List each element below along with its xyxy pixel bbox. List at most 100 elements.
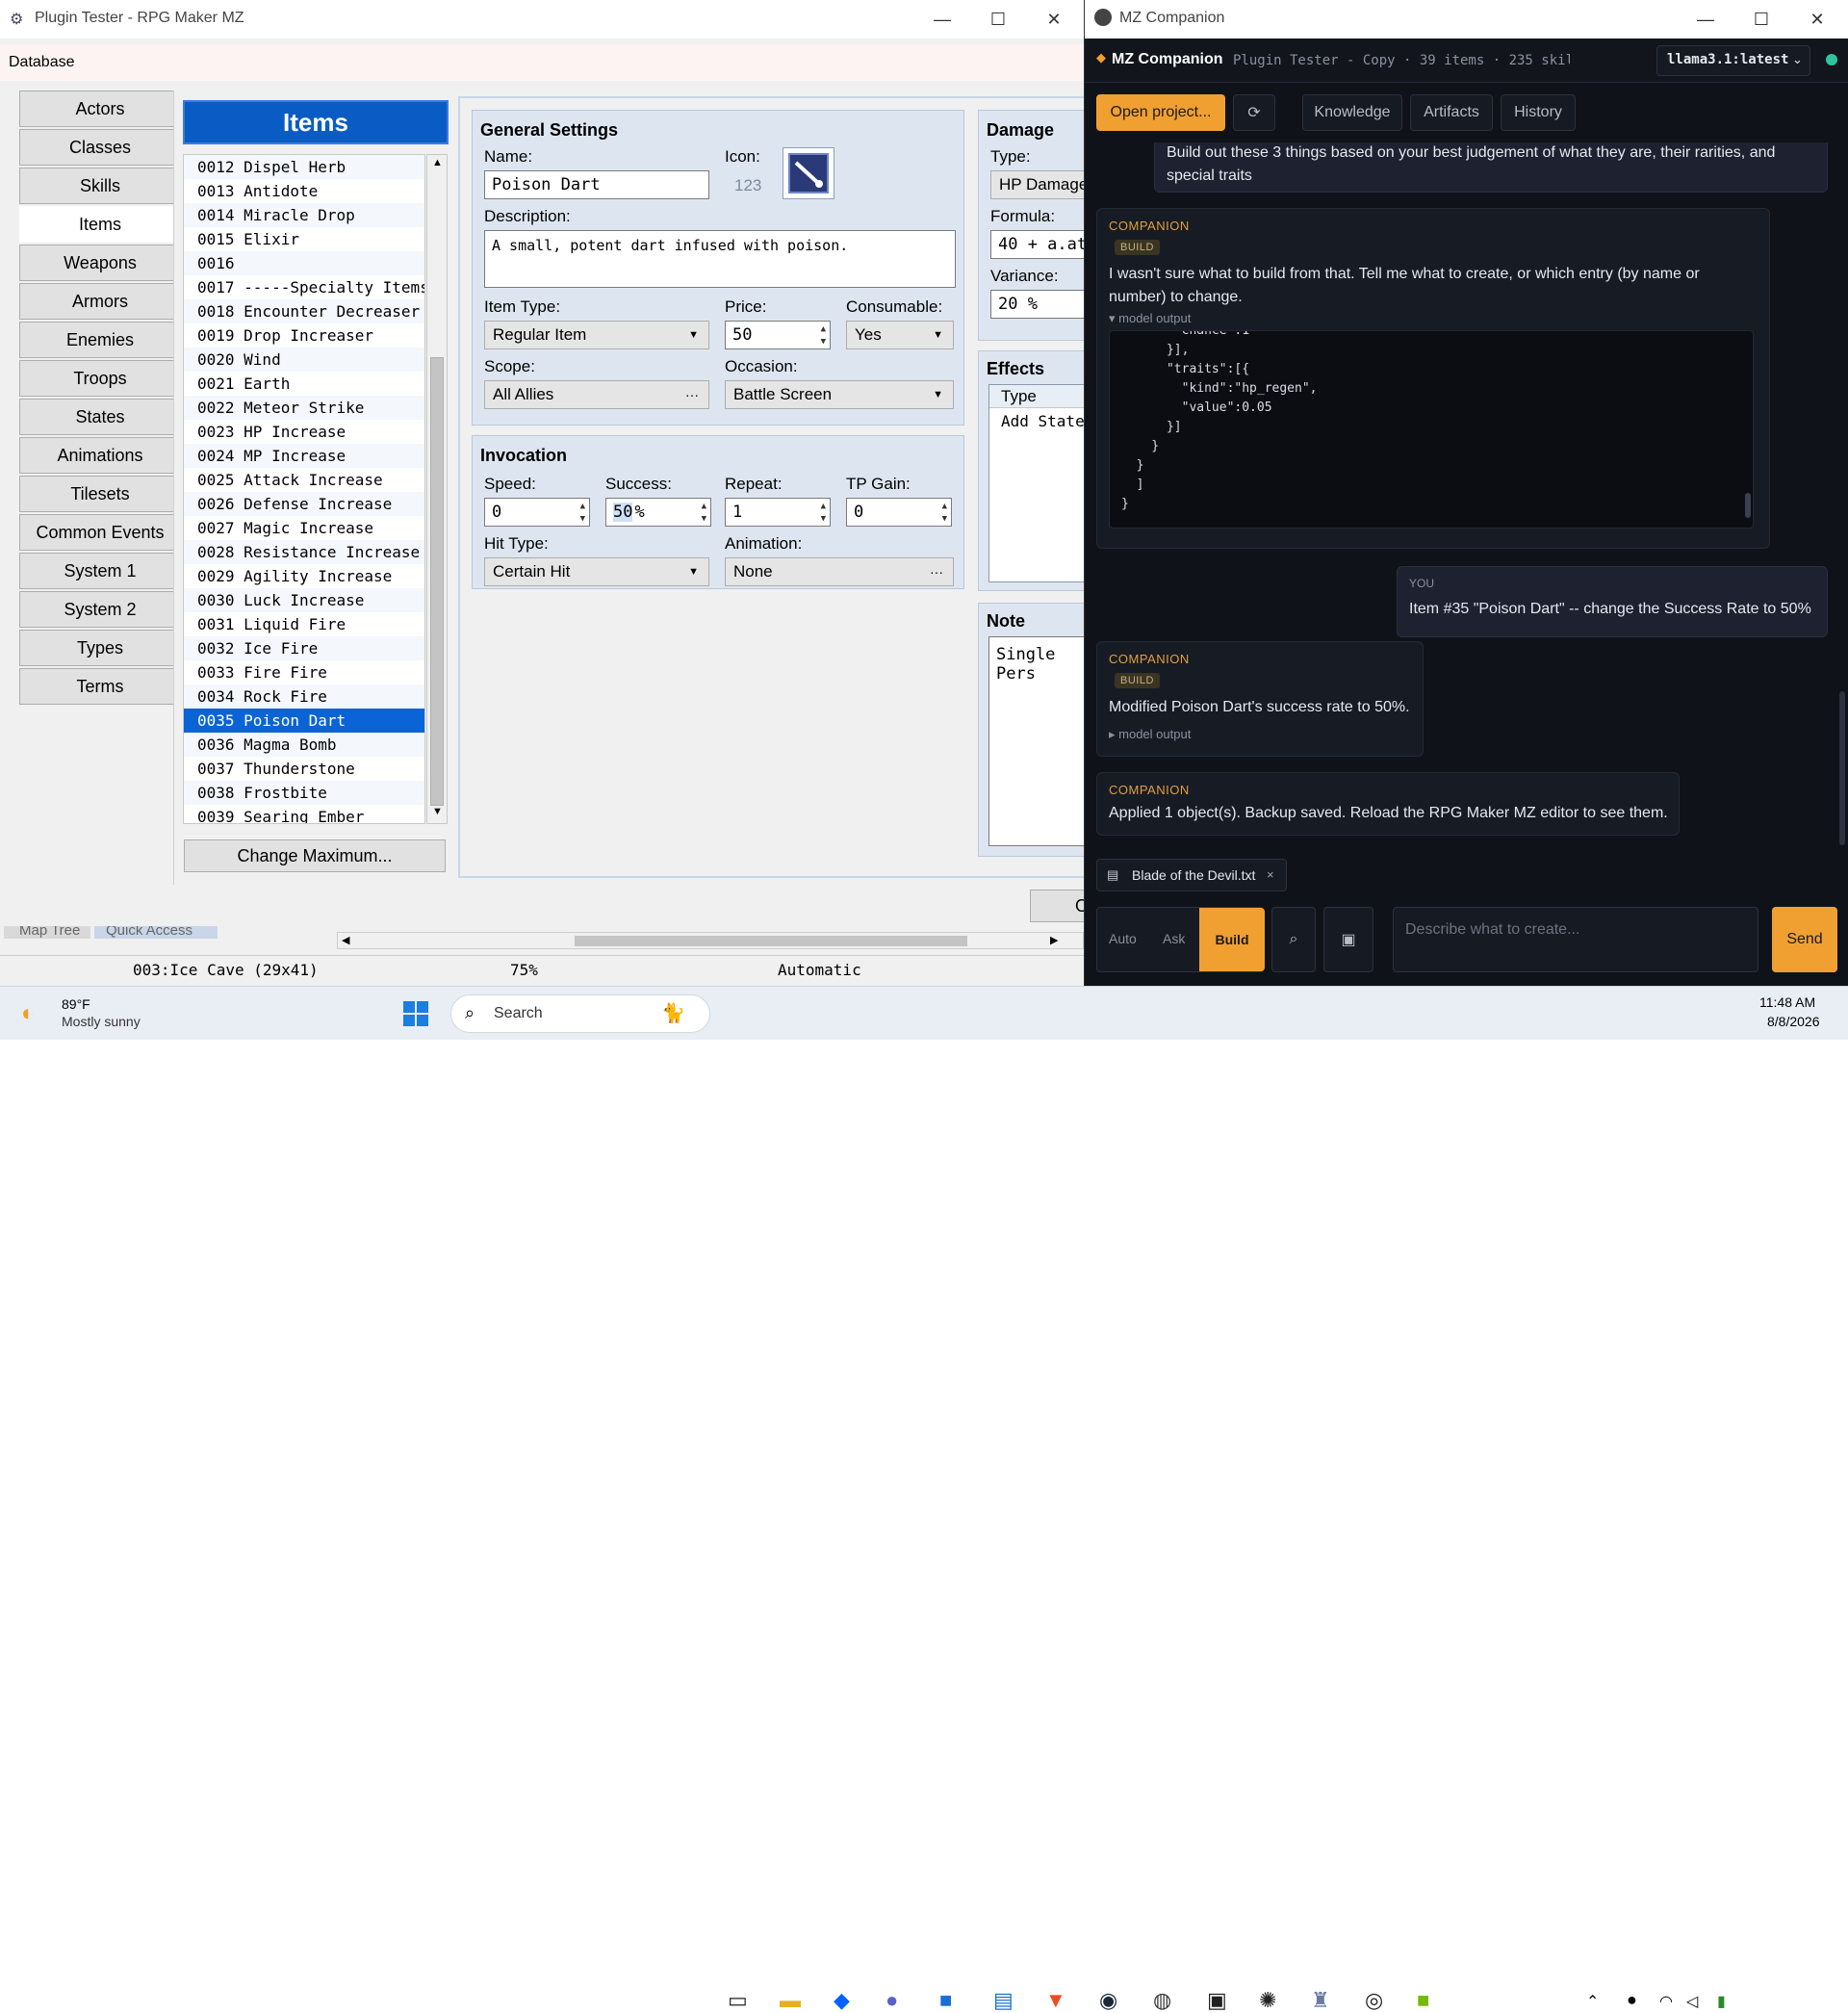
task-view-icon[interactable]: ▭	[728, 1988, 748, 2013]
map-tree-tab[interactable]: Map Tree	[4, 926, 90, 939]
mode-build[interactable]: Build	[1199, 908, 1265, 971]
item-list[interactable]: 0012 Dispel Herb 0013 Antidote 0014 Miracl…	[183, 154, 425, 824]
rpgmaker-taskbar-icon[interactable]: ♜	[1311, 1988, 1330, 2013]
list-item[interactable]: 0018 Encounter Decreaser	[184, 299, 424, 323]
screenshot-button[interactable]: ▣	[1323, 907, 1373, 972]
battery-icon[interactable]: ▮	[1717, 1992, 1726, 2011]
model-output-toggle[interactable]: ▾ model output	[1109, 311, 1191, 326]
brave-icon[interactable]: ▼	[1045, 1988, 1066, 2013]
chevron-up-icon[interactable]: ⌃	[1586, 1992, 1599, 2011]
list-item[interactable]: 0033 Fire Fire	[184, 660, 424, 684]
repeat-stepper[interactable]: 1 ▲ ▼	[725, 498, 831, 527]
scroll-left-icon[interactable]: ◀	[342, 934, 349, 946]
h-scroll-thumb[interactable]	[575, 936, 967, 946]
list-item[interactable]: 0032 Ice Fire	[184, 636, 424, 660]
scroll-thumb[interactable]	[430, 357, 444, 806]
spin-arrows-icon[interactable]: ▲ ▼	[821, 323, 826, 348]
list-item[interactable]: 0024 MP Increase	[184, 444, 424, 468]
tab-history[interactable]: History	[1501, 94, 1576, 131]
list-item[interactable]: 0017 -----Specialty Items	[184, 275, 424, 299]
list-item[interactable]: 0014 Miracle Drop	[184, 203, 424, 227]
speed-stepper[interactable]: 0 ▲ ▼	[484, 498, 590, 527]
volume-icon[interactable]: ◁	[1686, 1992, 1698, 2011]
scope-select[interactable]: All Allies ···	[484, 380, 709, 409]
model-output-toggle[interactable]: ▸ model output	[1109, 727, 1191, 742]
scroll-right-icon[interactable]: ▶	[1050, 934, 1058, 946]
category-troops[interactable]: Troops	[19, 360, 181, 397]
teams-icon[interactable]: ●	[886, 1988, 898, 2013]
category-items[interactable]: Items	[19, 206, 181, 243]
description-input[interactable]: A small, potent dart infused with poison…	[484, 230, 956, 288]
list-item[interactable]: 0034 Rock Fire	[184, 684, 424, 709]
change-maximum-button[interactable]: Change Maximum...	[184, 839, 446, 872]
refresh-button[interactable]: ⟳	[1233, 94, 1275, 131]
list-item[interactable]: 0027 Magic Increase	[184, 516, 424, 540]
close-button[interactable]: ✕	[1026, 0, 1082, 39]
message-input[interactable]: Describe what to create...	[1393, 907, 1758, 972]
attachment-chip[interactable]: ▤ Blade of the Devil.txt ×	[1096, 859, 1287, 891]
list-item[interactable]: 0039 Searing Ember	[184, 805, 424, 823]
remove-attachment-icon[interactable]: ×	[1267, 867, 1274, 882]
list-item[interactable]: 0020 Wind	[184, 348, 424, 372]
hit-type-select[interactable]: Certain Hit ▼	[484, 557, 709, 586]
spin-arrows-icon[interactable]: ▲ ▼	[580, 501, 585, 526]
terminal-icon[interactable]: ▣	[1207, 1988, 1227, 2013]
comp-maximize-button[interactable]: ☐	[1733, 0, 1789, 39]
price-stepper[interactable]: 50 ▲ ▼	[725, 321, 831, 349]
code-scrollbar[interactable]	[1745, 493, 1751, 518]
icon-picker[interactable]	[783, 147, 834, 199]
list-item[interactable]: 0021 Earth	[184, 372, 424, 396]
category-states[interactable]: States	[19, 399, 181, 435]
weather-widget[interactable]: ◐ 89°F Mostly sunny	[17, 993, 181, 1035]
category-common-events[interactable]: Common Events	[19, 514, 181, 551]
map-hscrollbar[interactable]: ◀ ▶	[337, 932, 1084, 949]
list-item[interactable]: 0029 Agility Increase	[184, 564, 424, 588]
list-item[interactable]: 0023 HP Increase	[184, 420, 424, 444]
model-select[interactable]: llama3.1:latest ⌄	[1656, 45, 1810, 76]
item-type-select[interactable]: Regular Item ▼	[484, 321, 709, 349]
list-item[interactable]: 0013 Antidote	[184, 179, 424, 203]
spin-arrows-icon[interactable]: ▲ ▼	[821, 501, 826, 526]
list-item[interactable]: 0030 Luck Increase	[184, 588, 424, 612]
mode-auto[interactable]: Auto	[1109, 931, 1137, 946]
list-item[interactable]: 0037 Thunderstone	[184, 757, 424, 781]
tab-artifacts[interactable]: Artifacts	[1410, 94, 1493, 131]
category-armors[interactable]: Armors	[19, 283, 181, 320]
category-enemies[interactable]: Enemies	[19, 322, 181, 358]
attach-button[interactable]: ⌕	[1271, 907, 1316, 972]
nvidia-icon[interactable]: ■	[1417, 1988, 1429, 2013]
taskbar-search[interactable]: ⌕ Search 🐈	[450, 994, 710, 1033]
animation-select[interactable]: None ···	[725, 557, 954, 586]
notepad-icon[interactable]: ▤	[993, 1988, 1014, 2013]
list-item[interactable]: 0015 Elixir	[184, 227, 424, 251]
list-item[interactable]: 0026 Defense Increase	[184, 492, 424, 516]
list-item[interactable]: 0031 Liquid Fire	[184, 612, 424, 636]
list-item[interactable]: 0012 Dispel Herb	[184, 155, 424, 179]
spin-arrows-icon[interactable]: ▲ ▼	[942, 501, 947, 526]
category-tilesets[interactable]: Tilesets	[19, 476, 181, 512]
list-item[interactable]: 0025 Attack Increase	[184, 468, 424, 492]
comp-close-button[interactable]: ✕	[1789, 0, 1845, 39]
name-input[interactable]: Poison Dart	[484, 170, 709, 199]
wifi-icon[interactable]: ◠	[1659, 1992, 1673, 2011]
comp-minimize-button[interactable]: —	[1678, 0, 1733, 39]
category-terms[interactable]: Terms	[19, 668, 181, 705]
mode-ask[interactable]: Ask	[1163, 931, 1185, 946]
category-weapons[interactable]: Weapons	[19, 245, 181, 281]
list-item[interactable]: 0035 Poison Dart	[184, 709, 424, 733]
chat-scrollbar[interactable]	[1839, 691, 1845, 845]
tab-knowledge[interactable]: Knowledge	[1302, 94, 1402, 131]
scroll-up-icon[interactable]: ▲	[432, 157, 443, 168]
list-item[interactable]: 0038 Frostbite	[184, 781, 424, 805]
dropbox-icon[interactable]: ◆	[834, 1988, 850, 2013]
tp-gain-stepper[interactable]: 0 ▲ ▼	[846, 498, 952, 527]
list-item[interactable]: 0036 Magma Bomb	[184, 733, 424, 757]
steam-icon[interactable]: ◉	[1099, 1988, 1117, 2013]
category-types[interactable]: Types	[19, 630, 181, 666]
consumable-select[interactable]: Yes ▼	[846, 321, 954, 349]
obs-icon[interactable]: ◎	[1365, 1988, 1383, 2013]
category-skills[interactable]: Skills	[19, 168, 181, 204]
minimize-button[interactable]: —	[914, 0, 970, 39]
store-icon[interactable]: ■	[939, 1988, 952, 2013]
scroll-down-icon[interactable]: ▼	[432, 806, 443, 817]
